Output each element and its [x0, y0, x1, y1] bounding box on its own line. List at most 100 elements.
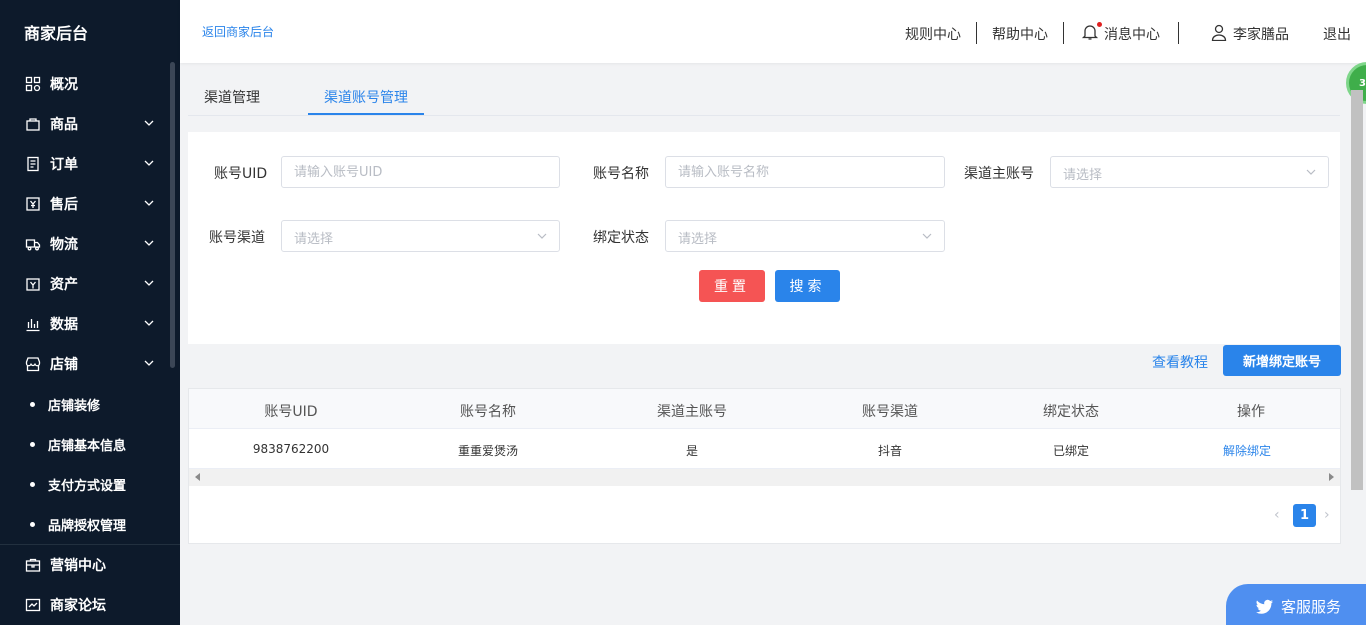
rules-center-link[interactable]: 规则中心: [905, 24, 961, 44]
sidebar-subitem-store-info[interactable]: 店铺基本信息: [0, 424, 170, 464]
chevron-down-icon: [144, 280, 154, 286]
bullet-dot: [30, 401, 35, 407]
sidebar-item-logistics[interactable]: 物流: [0, 224, 170, 264]
master-account-select[interactable]: 请选择: [1050, 156, 1329, 188]
sidebar: 商家后台 概况 商品 订单 售后 物流 资产 数据 店铺 店铺装修 店铺基本信息…: [0, 0, 180, 625]
help-center-link[interactable]: 帮助中心: [992, 24, 1048, 44]
column-header: 操作: [1237, 404, 1265, 420]
sidebar-item-marketing[interactable]: 营销中心: [0, 545, 170, 585]
sidebar-item-assets[interactable]: 资产: [0, 264, 170, 304]
sidebar-item-goods[interactable]: 商品: [0, 104, 170, 144]
scroll-right-arrow-icon[interactable]: [1329, 473, 1334, 481]
pagination-next-icon[interactable]: ›: [1324, 507, 1330, 523]
header-separator: [1178, 22, 1179, 44]
sidebar-scrollbar[interactable]: [170, 62, 175, 368]
column-header: 账号UID: [264, 404, 318, 420]
table-horizontal-scrollbar[interactable]: [189, 469, 1340, 486]
logout-link[interactable]: 退出: [1323, 24, 1351, 44]
header-separator: [1063, 22, 1064, 44]
cell-master-account: 是: [685, 444, 699, 458]
chevron-down-icon: [144, 360, 154, 366]
bell-icon[interactable]: [1081, 23, 1099, 41]
view-tutorial-link[interactable]: 查看教程: [1152, 352, 1208, 372]
master-account-label: 渠道主账号: [964, 166, 1034, 182]
column-header: 账号名称: [460, 404, 516, 420]
table-header: 账号UID 账号名称 渠道主账号 账号渠道 绑定状态 操作: [189, 389, 1340, 429]
account-name-input[interactable]: [665, 156, 945, 188]
account-channel-label: 账号渠道: [209, 230, 265, 246]
page-scrollbar[interactable]: [1351, 90, 1363, 490]
chart-icon: [25, 316, 41, 332]
sidebar-subitem-payment[interactable]: 支付方式设置: [0, 464, 170, 504]
sidebar-subitem-brand-auth[interactable]: 品牌授权管理: [0, 504, 170, 544]
tab-bar: 渠道管理 渠道账号管理: [188, 76, 1340, 116]
tab-channel-account-management[interactable]: 渠道账号管理: [324, 87, 408, 107]
sidebar-item-label: 数据: [50, 317, 78, 333]
bullet-dot: [30, 521, 35, 527]
chevron-down-icon: [1306, 169, 1316, 175]
reset-button[interactable]: 重置: [699, 270, 765, 302]
sidebar-item-label: 营销中心: [50, 558, 106, 574]
column-header: 绑定状态: [1043, 404, 1099, 420]
forum-icon: [25, 597, 41, 613]
top-header: 返回商家后台 规则中心 帮助中心 消息中心 李家膳品 退出: [180, 0, 1366, 63]
sidebar-item-overview[interactable]: 概况: [0, 64, 170, 104]
chevron-down-icon: [537, 233, 547, 239]
sidebar-item-label: 订单: [50, 157, 78, 173]
uid-label: 账号UID: [214, 166, 268, 182]
pagination-prev-icon[interactable]: ‹: [1274, 507, 1280, 523]
bird-icon: [1256, 599, 1273, 614]
sidebar-item-aftersale[interactable]: 售后: [0, 184, 170, 224]
customer-service-button[interactable]: 客服服务: [1226, 584, 1366, 625]
tab-channel-management[interactable]: 渠道管理: [204, 87, 260, 107]
bullet-dot: [30, 481, 35, 487]
active-tab-indicator: [308, 113, 424, 115]
chevron-down-icon: [144, 240, 154, 246]
select-placeholder: 请选择: [294, 232, 334, 247]
sidebar-item-label: 售后: [50, 197, 78, 213]
chevron-down-icon: [144, 120, 154, 126]
scroll-left-arrow-icon[interactable]: [195, 473, 200, 481]
search-button[interactable]: 搜索: [775, 270, 840, 302]
pagination-page-current[interactable]: 1: [1293, 504, 1316, 527]
account-name-label: 账号名称: [593, 166, 649, 182]
user-icon: [1211, 24, 1227, 41]
bind-status-select[interactable]: 请选择: [665, 220, 945, 252]
username-link[interactable]: 李家膳品: [1233, 24, 1289, 44]
select-placeholder: 请选择: [1063, 168, 1103, 183]
sidebar-subitem-label: 店铺基本信息: [48, 438, 127, 454]
sidebar-item-forum[interactable]: 商家论坛: [0, 585, 170, 625]
cell-uid: 9838762200: [252, 442, 330, 456]
column-header: 渠道主账号: [657, 404, 727, 420]
cell-bind-status: 已绑定: [1052, 444, 1090, 458]
sidebar-subitem-label: 支付方式设置: [48, 478, 127, 494]
unbind-link[interactable]: 解除绑定: [1223, 442, 1271, 459]
column-header: 账号渠道: [862, 404, 918, 420]
chevron-down-icon: [144, 320, 154, 326]
message-center-link[interactable]: 消息中心: [1104, 24, 1160, 44]
chevron-down-icon: [144, 160, 154, 166]
sidebar-item-store[interactable]: 店铺: [0, 344, 170, 384]
sidebar-item-label: 资产: [50, 277, 78, 293]
sidebar-item-label: 概况: [50, 77, 78, 93]
sidebar-item-label: 物流: [50, 237, 78, 253]
brand-title: 商家后台: [24, 24, 89, 43]
store-icon: [25, 356, 41, 372]
sidebar-item-orders[interactable]: 订单: [0, 144, 170, 184]
bullet-dot: [30, 441, 35, 447]
sidebar-subitem-label: 品牌授权管理: [48, 518, 127, 534]
back-to-admin-link[interactable]: 返回商家后台: [202, 23, 274, 40]
sidebar-subitem-store-decoration[interactable]: 店铺装修: [0, 384, 170, 424]
customer-service-label: 客服服务: [1281, 598, 1342, 616]
asset-icon: [25, 276, 41, 292]
sidebar-item-data[interactable]: 数据: [0, 304, 170, 344]
truck-icon: [25, 236, 41, 252]
add-bind-account-button[interactable]: 新增绑定账号: [1223, 345, 1341, 376]
cell-channel: 抖音: [877, 444, 903, 458]
bag-icon: [25, 116, 41, 132]
account-channel-select[interactable]: 请选择: [281, 220, 560, 252]
chevron-down-icon: [144, 200, 154, 206]
dashboard-icon: [25, 76, 41, 92]
sidebar-item-label: 商家论坛: [50, 598, 106, 614]
uid-input[interactable]: [281, 156, 560, 188]
